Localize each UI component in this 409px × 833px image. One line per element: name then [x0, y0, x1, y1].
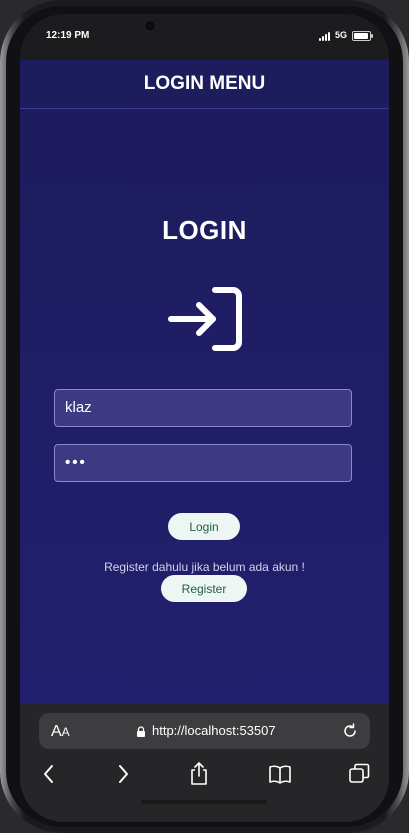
- login-button[interactable]: Login: [168, 513, 240, 540]
- app-bar-title: LOGIN MENU: [143, 73, 266, 94]
- share-icon[interactable]: [186, 761, 212, 787]
- network-label: 5G: [335, 30, 348, 40]
- password-input[interactable]: •••: [54, 444, 352, 482]
- forward-icon[interactable]: [110, 761, 136, 787]
- text-size-small: A: [61, 725, 70, 739]
- text-size-big: A: [51, 723, 62, 740]
- browser-chrome: AA http://localhost:53507: [20, 704, 389, 822]
- status-bar: 12:19 PM 5G: [20, 14, 389, 60]
- battery-icon: [352, 31, 373, 41]
- tabs-icon[interactable]: [346, 761, 372, 787]
- browser-toolbar: [20, 759, 389, 789]
- status-time: 12:19 PM: [46, 30, 90, 41]
- login-heading: LOGIN: [162, 215, 247, 245]
- battery-fill: [354, 33, 368, 39]
- front-camera: [144, 20, 156, 32]
- reload-icon[interactable]: [341, 722, 359, 740]
- back-icon[interactable]: [36, 761, 62, 787]
- text-size-button[interactable]: AA: [51, 723, 70, 741]
- app-bar: LOGIN MENU: [20, 60, 389, 109]
- url-text: http://localhost:53507: [152, 723, 276, 738]
- signal-icon: [319, 32, 333, 41]
- device-screen: 12:19 PM 5G LOGIN MENU LOGIN klaz ••• Lo…: [20, 14, 389, 822]
- address-bar[interactable]: AA http://localhost:53507: [39, 713, 370, 749]
- home-indicator[interactable]: [141, 800, 267, 804]
- login-arrow-icon: [168, 287, 242, 351]
- register-hint: Register dahulu jika belum ada akun !: [104, 560, 305, 574]
- lock-icon: [137, 726, 145, 737]
- register-button[interactable]: Register: [161, 575, 247, 602]
- username-input[interactable]: klaz: [54, 389, 352, 427]
- app-content: LOGIN MENU LOGIN klaz ••• Login Register…: [20, 60, 389, 704]
- bookmarks-icon[interactable]: [267, 761, 293, 787]
